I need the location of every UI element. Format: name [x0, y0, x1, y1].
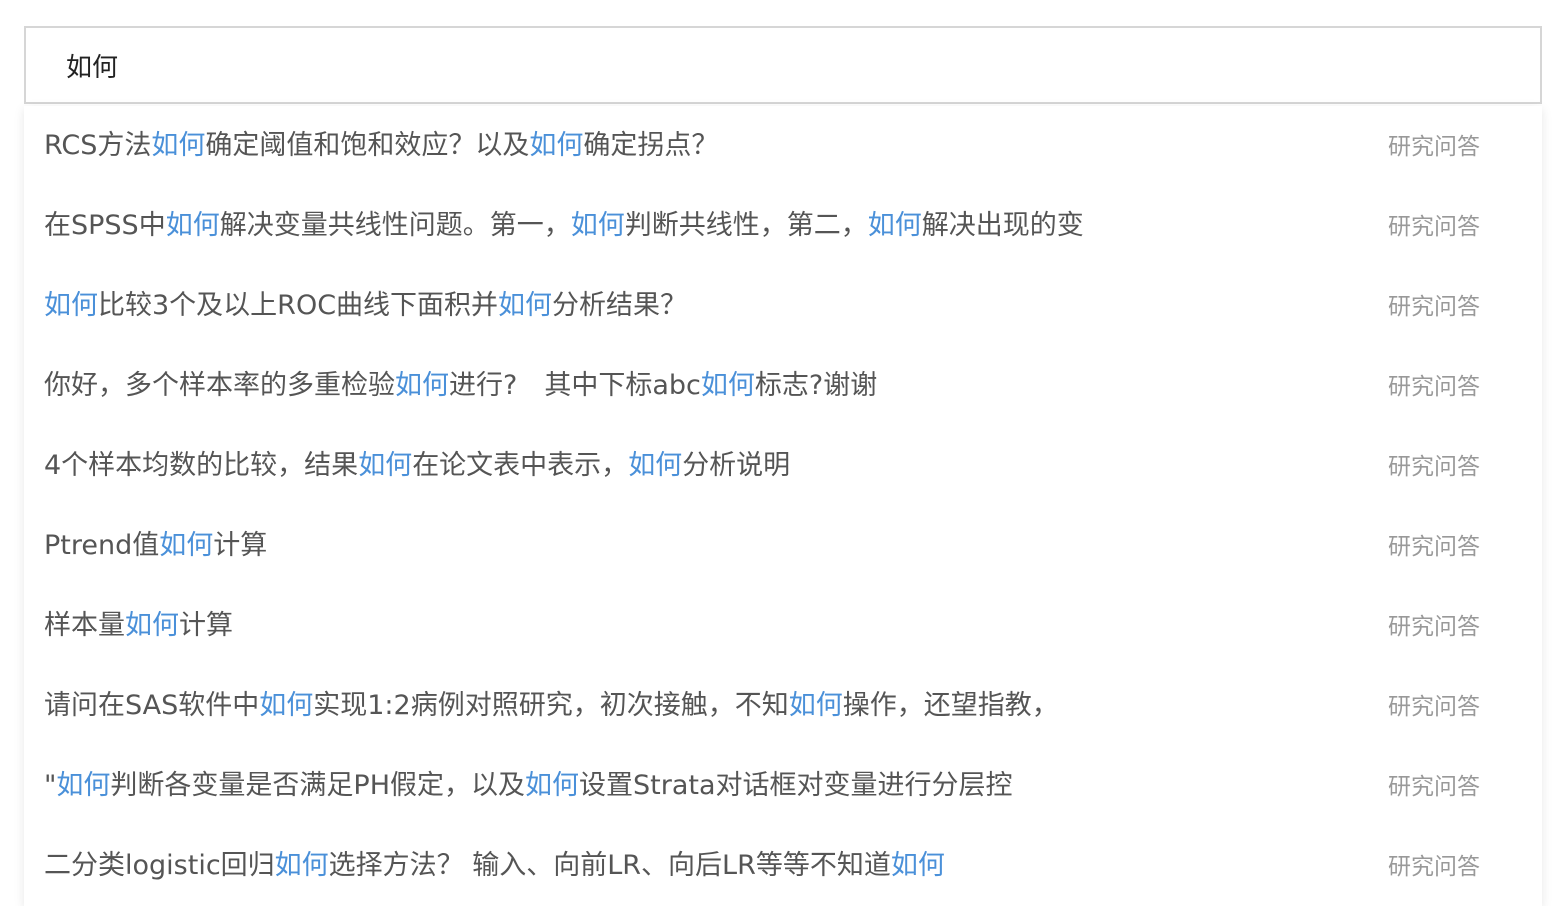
match-highlight: 如何	[56, 770, 111, 801]
suggestion-text-segment: 计算	[213, 530, 268, 561]
suggestion-text-segment: 解决变量共线性问题。第一，	[219, 210, 571, 241]
suggestion-text-segment: 4个样本均数的比较，结果	[44, 450, 359, 481]
suggestion-text-segment: 判断共线性，第二，	[624, 210, 868, 241]
match-highlight: 如何	[628, 450, 683, 481]
suggestion-text-segment: 确定拐点？	[583, 130, 719, 161]
suggestion-text: 请问在SAS软件中如何实现1:2病例对照研究，初次接触，不知如何操作，还望指教，	[44, 666, 1059, 746]
suggestion-item[interactable]: 4个样本均数的比较，结果如何在论文表中表示，如何分析说明 研究问答	[24, 426, 1542, 506]
search-input[interactable]	[26, 28, 1540, 102]
suggestion-item[interactable]: 请问在SAS软件中如何实现1:2病例对照研究，初次接触，不知如何操作，还望指教，…	[24, 666, 1542, 746]
suggestion-text-segment: 选择方法？ 输入、向前LR、向后LR等等不知道	[328, 850, 891, 881]
suggestion-text-segment: "	[44, 770, 57, 801]
suggestion-item[interactable]: 如何比较3个及以上ROC曲线下面积并如何分析结果？ 研究问答	[24, 266, 1542, 346]
suggestion-item[interactable]: 样本量如何计算 研究问答	[24, 586, 1542, 666]
match-highlight: 如何	[867, 210, 922, 241]
suggestion-category: 研究问答	[1388, 374, 1480, 400]
suggestion-item[interactable]: 在SPSS中如何解决变量共线性问题。第一，如何判断共线性，第二，如何解决出现的变…	[24, 186, 1542, 266]
match-highlight: 如何	[529, 130, 584, 161]
match-highlight: 如何	[358, 450, 413, 481]
suggestion-text-segment: 确定阈值和饱和效应？以及	[205, 130, 530, 161]
suggestion-text-segment: 比较3个及以上ROC曲线下面积并	[98, 290, 499, 321]
suggestion-text-segment: 分析说明	[682, 450, 791, 481]
suggestion-category: 研究问答	[1388, 454, 1480, 480]
suggestion-text: 你好，多个样本率的多重检验如何进行? 其中下标abc如何标志?谢谢	[44, 346, 877, 426]
suggestion-text-segment: 操作，还望指教，	[842, 690, 1059, 721]
suggestion-text: 4个样本均数的比较，结果如何在论文表中表示，如何分析说明	[44, 426, 790, 506]
match-highlight: 如何	[274, 850, 329, 881]
match-highlight: 如何	[498, 290, 553, 321]
suggestion-text-segment: Ptrend值	[44, 530, 160, 561]
suggestion-category: 研究问答	[1388, 214, 1480, 240]
suggestion-category: 研究问答	[1388, 854, 1480, 880]
match-highlight: 如何	[525, 770, 580, 801]
suggestion-category: 研究问答	[1388, 694, 1480, 720]
suggestion-category: 研究问答	[1388, 614, 1480, 640]
match-highlight: 如何	[165, 210, 220, 241]
suggestion-dropdown: RCS方法如何确定阈值和饱和效应？以及如何确定拐点？ 研究问答 在SPSS中如何解决…	[24, 106, 1542, 906]
suggestion-text-segment: 标志?谢谢	[754, 370, 878, 401]
match-highlight: 如何	[44, 290, 98, 321]
suggestion-category: 研究问答	[1388, 774, 1480, 800]
match-highlight: 如何	[151, 130, 206, 161]
search-box[interactable]	[24, 26, 1542, 104]
suggestion-text: 样本量如何计算	[44, 586, 233, 666]
suggestion-text-segment: 判断各变量是否满足PH假定，以及	[110, 770, 526, 801]
suggestion-text: "如何判断各变量是否满足PH假定，以及如何设置Strata对话框对变量进行分层控	[44, 746, 1013, 826]
suggestion-category: 研究问答	[1388, 294, 1480, 320]
suggestion-text: 在SPSS中如何解决变量共线性问题。第一，如何判断共线性，第二，如何解决出现的变	[44, 186, 1084, 266]
suggestion-category: 研究问答	[1388, 534, 1480, 560]
suggestion-item[interactable]: Ptrend值如何计算 研究问答	[24, 506, 1542, 586]
match-highlight: 如何	[570, 210, 625, 241]
suggestion-text-segment: 请问在SAS软件中	[44, 690, 260, 721]
match-highlight: 如何	[890, 850, 945, 881]
match-highlight: 如何	[788, 690, 843, 721]
suggestion-item[interactable]: 你好，多个样本率的多重检验如何进行? 其中下标abc如何标志?谢谢 研究问答	[24, 346, 1542, 426]
suggestion-text-segment: RCS方法	[44, 130, 152, 161]
suggestion-text-segment: 进行? 其中下标abc	[449, 370, 701, 401]
suggestion-text-segment: 二分类logistic回归	[44, 850, 275, 881]
match-highlight: 如何	[395, 370, 449, 401]
suggestion-text-segment: 实现1:2病例对照研究，初次接触，不知	[313, 690, 789, 721]
suggestion-text-segment: 计算	[179, 610, 233, 641]
suggestion-text: 二分类logistic回归如何选择方法？ 输入、向前LR、向后LR等等不知道如何	[44, 826, 945, 906]
match-highlight: 如何	[125, 610, 179, 641]
suggestion-text-segment: 样本量	[44, 610, 125, 641]
suggestion-item[interactable]: RCS方法如何确定阈值和饱和效应？以及如何确定拐点？ 研究问答	[24, 106, 1542, 186]
suggestion-text-segment: 在论文表中表示，	[412, 450, 629, 481]
suggestion-text: RCS方法如何确定阈值和饱和效应？以及如何确定拐点？	[44, 106, 718, 186]
suggestion-text-segment: 在SPSS中	[44, 210, 166, 241]
match-highlight: 如何	[700, 370, 755, 401]
suggestion-text-segment: 解决出现的变	[921, 210, 1084, 241]
suggestion-text: Ptrend值如何计算	[44, 506, 267, 586]
suggestion-text: 如何比较3个及以上ROC曲线下面积并如何分析结果？	[44, 266, 687, 346]
match-highlight: 如何	[259, 690, 314, 721]
suggestion-text-segment: 你好，多个样本率的多重检验	[44, 370, 395, 401]
suggestion-category: 研究问答	[1388, 134, 1480, 160]
suggestion-item[interactable]: 二分类logistic回归如何选择方法？ 输入、向前LR、向后LR等等不知道如何…	[24, 826, 1542, 906]
suggestion-text-segment: 分析结果？	[552, 290, 688, 321]
suggestion-text-segment: 设置Strata对话框对变量进行分层控	[579, 770, 1013, 801]
suggestion-item[interactable]: "如何判断各变量是否满足PH假定，以及如何设置Strata对话框对变量进行分层控…	[24, 746, 1542, 826]
match-highlight: 如何	[159, 530, 214, 561]
